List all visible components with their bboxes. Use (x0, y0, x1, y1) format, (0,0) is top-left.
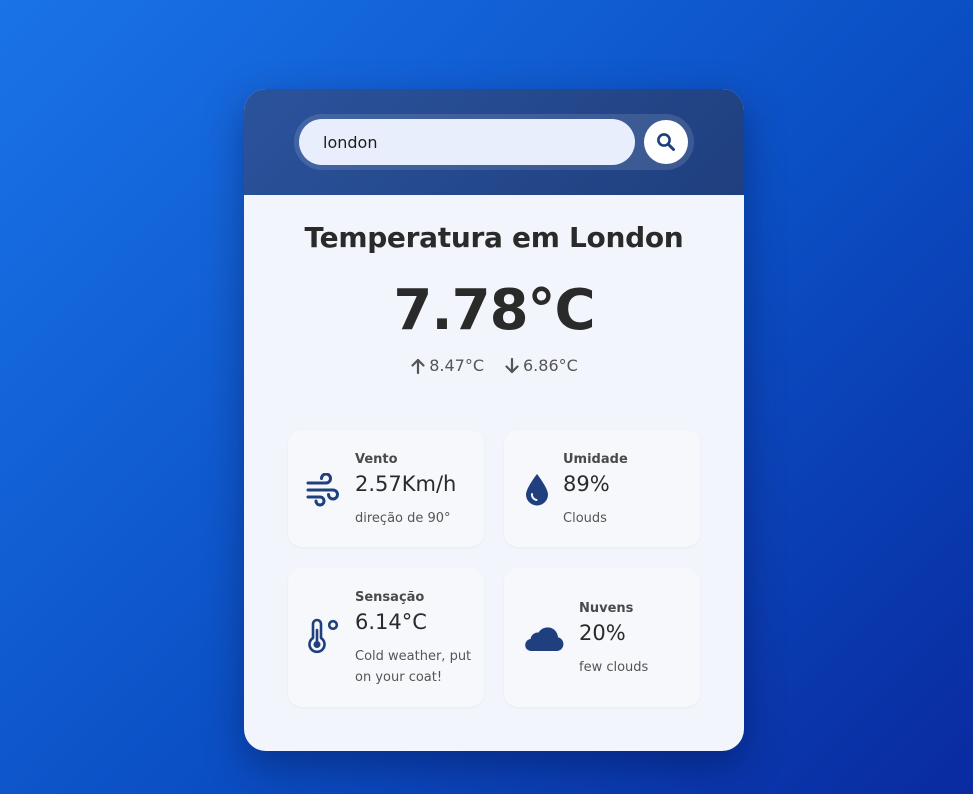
wind-value: 2.57Km/h (355, 472, 457, 496)
cloud-icon (522, 621, 566, 655)
search-icon (656, 132, 676, 152)
clouds-info: Nuvens 20% few clouds (579, 601, 648, 678)
humidity-label: Umidade (563, 452, 628, 467)
wind-label: Vento (355, 452, 398, 467)
min-max-temperatures: 8.47°C 6.86°C (244, 356, 744, 375)
max-temperature: 8.47°C (410, 356, 484, 375)
feels-like-label: Sensação (355, 590, 425, 605)
max-temperature-value: 8.47°C (429, 356, 484, 375)
search-bar (294, 114, 694, 170)
page-title: Temperatura em London (304, 221, 684, 254)
wind-tile: Vento 2.57Km/h direção de 90° (288, 430, 484, 547)
card-header (244, 89, 744, 195)
humidity-value: 89% (563, 472, 610, 496)
feels-like-message: Cold weather, put on your coat! (355, 649, 472, 685)
arrow-down-icon (504, 357, 520, 375)
humidity-condition: Clouds (563, 511, 607, 526)
clouds-value: 20% (579, 621, 626, 645)
feels-like-info: Sensação 6.14°C Cold weather, put on you… (355, 590, 473, 688)
wind-direction: direção de 90° (355, 511, 451, 526)
weather-card: Temperatura em London 7.78°C 8.47°C 6.86… (244, 89, 744, 751)
clouds-label: Nuvens (579, 601, 634, 616)
water-drop-icon (522, 472, 552, 506)
clouds-description: few clouds (579, 660, 649, 675)
wind-icon (306, 473, 340, 507)
feels-like-value: 6.14°C (355, 610, 427, 634)
humidity-tile: Umidade 89% Clouds (504, 430, 700, 547)
feels-like-tile: Sensação 6.14°C Cold weather, put on you… (288, 568, 484, 707)
humidity-info: Umidade 89% Clouds (563, 452, 628, 529)
wind-info: Vento 2.57Km/h direção de 90° (355, 452, 456, 529)
min-temperature-value: 6.86°C (523, 356, 578, 375)
search-input[interactable] (299, 119, 635, 165)
thermometer-icon (306, 618, 342, 654)
clouds-tile: Nuvens 20% few clouds (504, 568, 700, 707)
min-temperature: 6.86°C (504, 356, 578, 375)
arrow-up-icon (410, 357, 426, 375)
current-temperature: 7.78°C (393, 278, 595, 343)
search-button[interactable] (644, 120, 688, 164)
